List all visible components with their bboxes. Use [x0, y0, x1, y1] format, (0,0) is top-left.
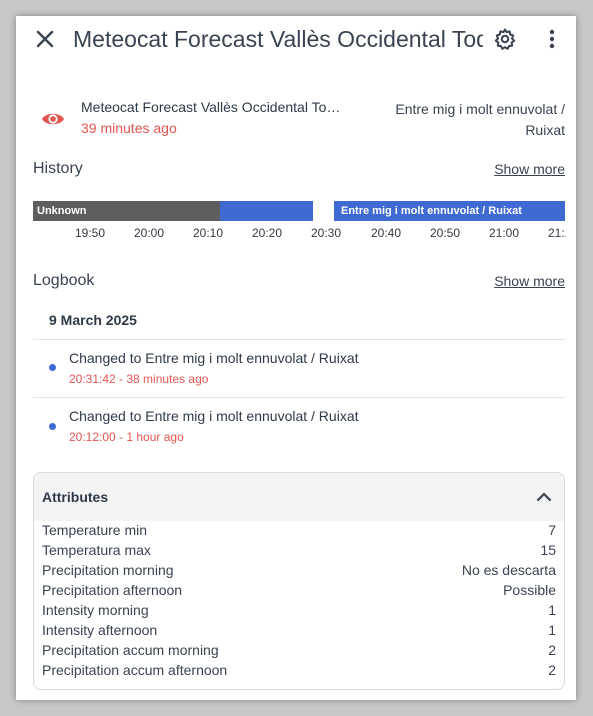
- attribute-row: Intensity morning 1: [42, 602, 556, 622]
- history-segment-label: Entre mig i molt ennuvolat / Ruixat: [341, 205, 522, 217]
- attribute-row: Temperatura max 15: [42, 542, 556, 562]
- attribute-value: No es descarta: [461, 562, 556, 578]
- history-tick: 21:00: [489, 226, 520, 240]
- attribute-value: 7: [548, 522, 556, 538]
- history-tick: 20:40: [371, 226, 402, 240]
- attribute-key: Precipitation accum morning: [42, 642, 219, 658]
- attribute-key: Precipitation accum afternoon: [42, 662, 228, 678]
- close-icon: [36, 30, 54, 48]
- history-show-more-link[interactable]: Show more: [494, 161, 565, 177]
- attributes-title: Attributes: [42, 489, 109, 505]
- attributes-panel: Attributes Temperature min 7 Temperatura…: [33, 472, 565, 690]
- divider: [33, 397, 565, 398]
- history-segment-state[interactable]: [220, 201, 313, 221]
- state-dot-icon: [49, 423, 56, 430]
- attribute-key: Temperature min: [42, 522, 148, 538]
- logbook-entry-time: 20:12:00 - 1 hour ago: [69, 430, 184, 444]
- history-segment-current[interactable]: Entre mig i molt ennuvolat / Ruixat: [334, 201, 565, 221]
- attribute-row: Temperature min 7: [42, 522, 556, 542]
- dialog-title: Meteocat Forecast Vallès Occidental Toda…: [73, 26, 483, 52]
- attribute-key: Temperatura max: [42, 542, 151, 558]
- attributes-header[interactable]: Attributes: [34, 473, 564, 521]
- entity-last-changed: 39 minutes ago: [81, 120, 177, 136]
- attribute-value: 1: [548, 622, 556, 638]
- attribute-key: Precipitation afternoon: [42, 582, 183, 598]
- attribute-value: 15: [540, 542, 556, 558]
- logbook-show-more-link[interactable]: Show more: [494, 273, 565, 289]
- state-dot-icon: [49, 364, 56, 371]
- attribute-row: Precipitation accum afternoon 2: [42, 662, 556, 682]
- logbook-entry-time: 20:31:42 - 38 minutes ago: [69, 372, 209, 386]
- attribute-value: 1: [548, 602, 556, 618]
- attribute-row: Intensity afternoon 1: [42, 622, 556, 642]
- logbook-entry-text: Changed to Entre mig i molt ennuvolat / …: [69, 408, 359, 424]
- logbook-date-heading: 9 March 2025: [49, 312, 137, 328]
- history-tick: 19:50: [75, 226, 106, 240]
- history-tick: 20:30: [311, 226, 342, 240]
- attribute-key: Precipitation morning: [42, 562, 174, 578]
- more-options-button[interactable]: [542, 28, 562, 50]
- history-tick: 20:00: [134, 226, 165, 240]
- attribute-row: Precipitation accum morning 2: [42, 642, 556, 662]
- attribute-row: Precipitation morning No es descarta: [42, 562, 556, 582]
- attribute-key: Intensity morning: [42, 602, 149, 618]
- history-tick: 20:10: [193, 226, 224, 240]
- entity-state: Entre mig i molt ennuvolat / Ruixat: [395, 101, 565, 138]
- close-button[interactable]: [34, 28, 56, 50]
- attribute-row: Precipitation afternoon Possible: [42, 582, 556, 602]
- attribute-key: Intensity afternoon: [42, 622, 158, 638]
- logbook-title: Logbook: [33, 272, 95, 289]
- attribute-value: 2: [548, 642, 556, 658]
- more-vert-icon: [549, 29, 555, 49]
- attribute-value: 2: [548, 662, 556, 678]
- settings-button[interactable]: [493, 27, 517, 51]
- eye-icon: [42, 113, 64, 125]
- history-tick: 20:50: [430, 226, 461, 240]
- history-segment-label: Unknown: [37, 205, 87, 217]
- divider: [33, 339, 565, 340]
- history-tick: 21:10: [548, 226, 566, 240]
- history-tick: 20:20: [252, 226, 283, 240]
- logbook-entry-text: Changed to Entre mig i molt ennuvolat / …: [69, 350, 359, 366]
- history-title: History: [33, 160, 83, 177]
- attribute-value: Possible: [503, 582, 556, 598]
- gear-icon: [494, 28, 516, 50]
- more-info-dialog: Meteocat Forecast Vallès Occidental Toda…: [16, 16, 576, 700]
- entity-name: Meteocat Forecast Vallès Occidental Toda…: [81, 99, 343, 115]
- chevron-up-icon[interactable]: [536, 490, 552, 504]
- entity-state-icon: [40, 108, 66, 130]
- history-segment-unknown[interactable]: Unknown: [33, 201, 220, 221]
